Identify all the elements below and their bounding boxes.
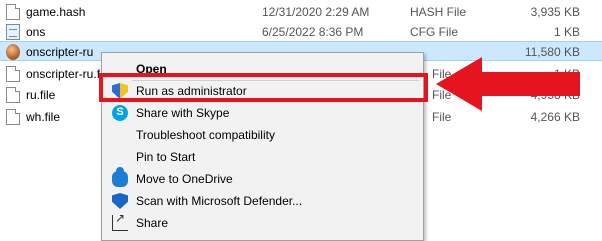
skype-icon: S (112, 105, 128, 121)
menu-item-label: Share with Skype (136, 106, 230, 120)
context-menu: Open Run as administrator S Share with S… (101, 52, 424, 241)
file-name: onscripter-ru.f (26, 67, 101, 81)
menu-item-troubleshoot-compatibility[interactable]: Troubleshoot compatibility (104, 124, 421, 146)
file-name: ru.file (26, 88, 56, 102)
red-arrow-icon (436, 57, 580, 111)
file-icon (6, 87, 20, 103)
share-icon (112, 211, 128, 231)
defender-icon (112, 193, 128, 209)
menu-item-run-as-administrator[interactable]: Run as administrator (104, 80, 421, 102)
file-size: 3,935 KB (530, 5, 580, 19)
uac-shield-icon (112, 83, 128, 99)
application-icon (6, 44, 20, 60)
menu-item-scan-with-defender[interactable]: Scan with Microsoft Defender... (104, 190, 421, 212)
onedrive-icon (112, 167, 128, 187)
file-name: game.hash (26, 5, 86, 19)
menu-item-label: Pin to Start (136, 150, 196, 164)
menu-item-label: Open (136, 62, 167, 76)
file-row-ons[interactable]: ons 6/25/2022 8:36 PM CFG File 1 KB (0, 22, 602, 42)
cfg-file-icon (6, 24, 20, 40)
file-row-game-hash[interactable]: game.hash 12/31/2020 2:29 AM HASH File 3… (0, 2, 602, 22)
file-icon (6, 66, 20, 82)
menu-item-label: Scan with Microsoft Defender... (136, 194, 303, 208)
file-name: wh.file (26, 110, 61, 124)
file-type: HASH File (410, 5, 467, 19)
menu-item-share-with-skype[interactable]: S Share with Skype (104, 102, 421, 124)
menu-item-label: Move to OneDrive (136, 172, 233, 186)
menu-item-label: Run as administrator (136, 84, 247, 98)
menu-item-label: Troubleshoot compatibility (136, 128, 275, 142)
file-icon (6, 109, 20, 125)
menu-item-label: Share (136, 216, 169, 230)
file-date: 12/31/2020 2:29 AM (262, 5, 370, 19)
menu-item-move-to-onedrive[interactable]: Move to OneDrive (104, 167, 421, 190)
menu-item-pin-to-start[interactable]: Pin to Start (104, 146, 421, 168)
file-name: ons (26, 25, 46, 39)
menu-item-share[interactable]: Share (104, 211, 421, 234)
file-icon (6, 4, 20, 20)
file-size: 1 KB (553, 25, 580, 39)
menu-item-open[interactable]: Open (104, 58, 421, 80)
file-name: onscripter-ru (26, 45, 94, 59)
file-date: 6/25/2022 8:36 PM (262, 25, 364, 39)
file-type: CFG File (410, 25, 458, 39)
